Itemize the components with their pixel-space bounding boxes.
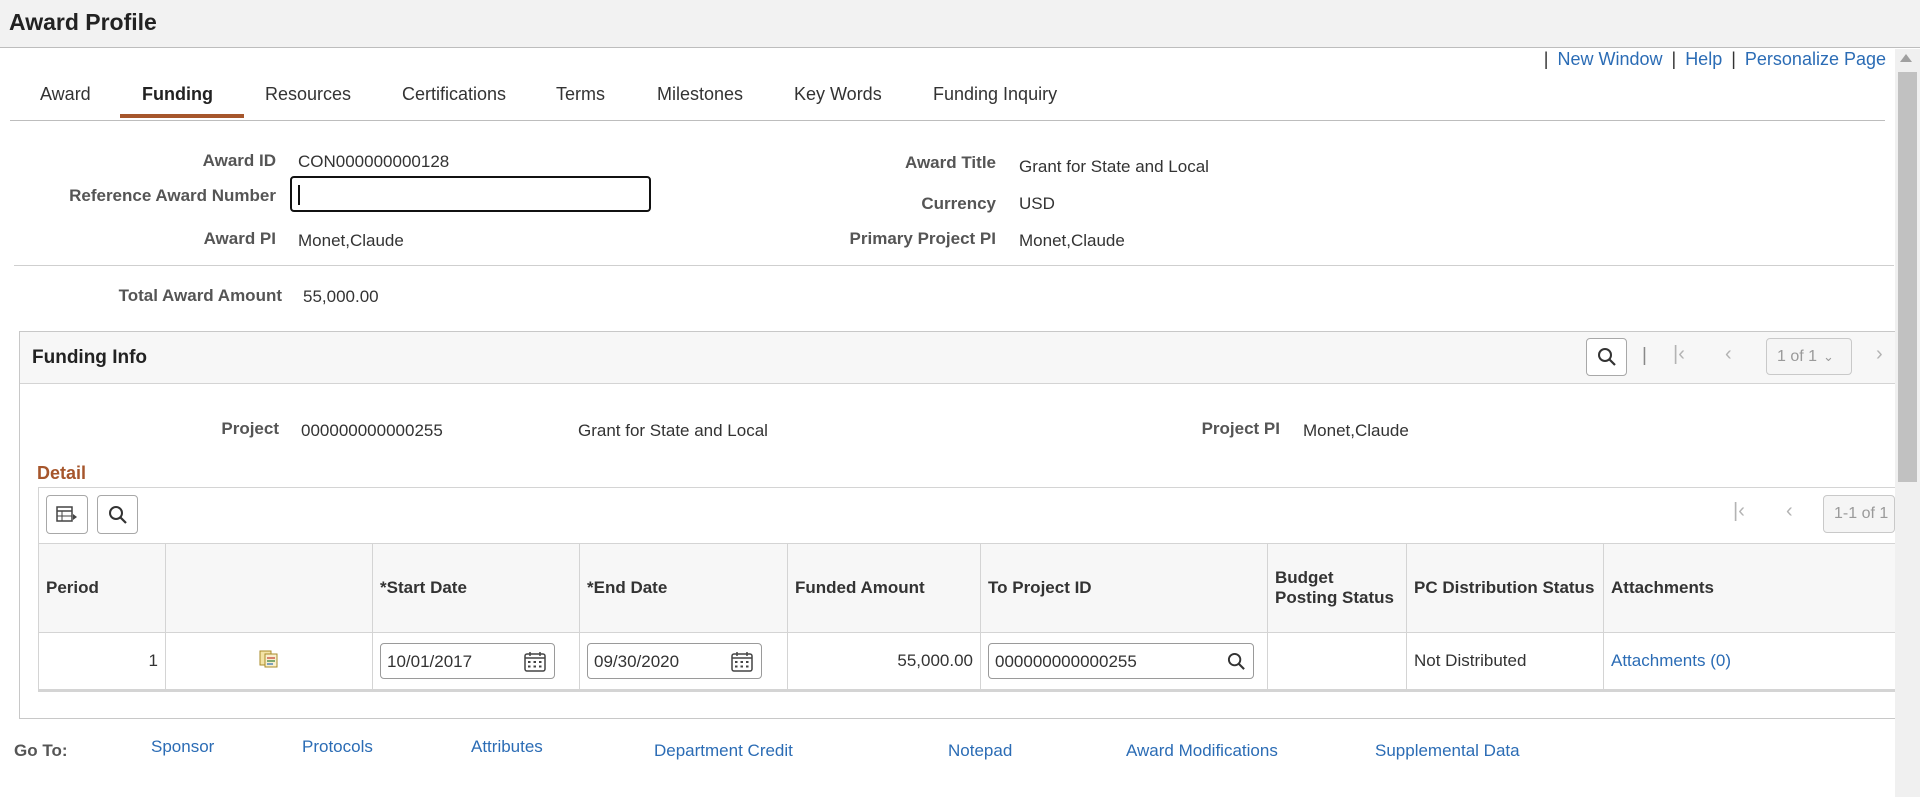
distribution-detail-icon[interactable] [258, 649, 280, 674]
currency-value: USD [1019, 194, 1055, 213]
award-title-value: Grant for State and Local [1019, 157, 1209, 176]
grid-pager: 1-1 of 1 [1823, 495, 1895, 533]
funding-search-button[interactable] [1586, 338, 1627, 376]
total-award-amount-label: Total Award Amount [118, 286, 282, 305]
project-label: Project [221, 419, 279, 438]
end-date-cell: 09/30/2020 [579, 632, 788, 692]
column-header-start-date: *Start Date [372, 543, 580, 633]
project-description-value: Grant for State and Local [578, 421, 768, 440]
start-date-input[interactable]: 10/01/2017 [380, 643, 555, 679]
go-to-sponsor-link[interactable]: Sponsor [151, 737, 214, 757]
end-date-value: 09/30/2020 [594, 652, 680, 671]
grid-previous-page-icon[interactable]: ‹ [1786, 500, 1793, 523]
project-id-value: 000000000000255 [301, 421, 443, 440]
pc-distribution-status-cell: Not Distributed [1406, 632, 1604, 692]
to-project-id-value: 000000000000255 [995, 652, 1137, 671]
column-header-funded-amount: Funded Amount [787, 543, 981, 633]
period-cell: 1 [38, 632, 166, 692]
column-header-period: Period [38, 543, 166, 633]
tab-key-words[interactable]: Key Words [794, 84, 882, 105]
detail-icon-cell [165, 632, 373, 692]
detail-grid-toolbar [38, 487, 1900, 543]
start-date-value: 10/01/2017 [387, 652, 473, 671]
total-award-amount-value: 55,000.00 [303, 287, 379, 306]
calendar-icon[interactable] [731, 651, 753, 672]
tab-resources[interactable]: Resources [265, 84, 351, 105]
scroll-up-arrow[interactable] [1900, 54, 1912, 62]
attachments-link[interactable]: Attachments (0) [1611, 651, 1731, 670]
go-to-department-credit-link[interactable]: Department Credit [654, 741, 793, 761]
column-header-blank [165, 543, 373, 633]
tab-terms[interactable]: Terms [556, 84, 605, 105]
tab-milestones[interactable]: Milestones [657, 84, 743, 105]
chevron-down-icon: ⌄ [1823, 348, 1834, 364]
go-to-attributes-link[interactable]: Attributes [471, 737, 543, 757]
column-header-budget-posting-status: Budget Posting Status [1267, 543, 1407, 633]
column-header-end-date: *End Date [579, 543, 788, 633]
first-page-icon[interactable]: |‹ [1673, 343, 1685, 366]
column-header-attachments: Attachments [1603, 543, 1901, 633]
funding-pager-select[interactable]: 1 of 1 ⌄ [1766, 338, 1852, 375]
title-bar: Award Profile [0, 0, 1920, 48]
tab-award[interactable]: Award [40, 84, 91, 105]
page-title: Award Profile [9, 9, 157, 35]
award-pi-value: Monet,Claude [298, 231, 404, 250]
go-to-award-modifications-link[interactable]: Award Modifications [1126, 741, 1278, 761]
tab-funding-inquiry[interactable]: Funding Inquiry [933, 84, 1057, 105]
help-link[interactable]: Help [1685, 49, 1722, 69]
column-header-to-project-id: To Project ID [980, 543, 1268, 633]
section-divider [14, 265, 1894, 266]
start-date-cell: 10/01/2017 [372, 632, 580, 692]
detail-grid: Period *Start Date *End Date Funded Amou… [38, 543, 1901, 692]
reference-award-number-input[interactable] [290, 176, 651, 212]
to-project-id-input[interactable]: 000000000000255 [988, 643, 1254, 679]
reference-award-number-label: Reference Award Number [69, 186, 276, 205]
table-row: 1 10/01/2017 09/30/2020 55,000.00 000000… [38, 632, 1901, 692]
detail-title: Detail [37, 463, 87, 483]
lookup-search-icon[interactable] [1227, 652, 1246, 671]
calendar-icon[interactable] [524, 651, 546, 672]
personalize-page-link[interactable]: Personalize Page [1745, 49, 1886, 69]
grid-pager-value: 1-1 of 1 [1834, 505, 1889, 522]
new-window-link[interactable]: New Window [1557, 49, 1662, 69]
attachments-cell: Attachments (0) [1603, 632, 1901, 692]
funding-info-title: Funding Info [32, 347, 148, 368]
tab-bar: Award Funding Resources Certifications T… [10, 72, 1885, 121]
scrollbar-thumb[interactable] [1898, 72, 1917, 482]
grid-search-button[interactable] [97, 495, 138, 534]
tab-funding[interactable]: Funding [142, 84, 213, 105]
funded-amount-cell: 55,000.00 [787, 632, 981, 692]
tab-certifications[interactable]: Certifications [402, 84, 506, 105]
search-icon [1597, 348, 1616, 366]
award-id-value: CON000000000128 [298, 152, 450, 171]
go-to-notepad-link[interactable]: Notepad [948, 741, 1012, 761]
funding-pager-value: 1 of 1 [1777, 347, 1818, 365]
grid-view-icon [56, 505, 77, 522]
search-icon [108, 505, 127, 524]
award-pi-label: Award PI [203, 229, 276, 248]
grid-view-button[interactable] [46, 495, 88, 534]
column-header-pc-distribution-status: PC Distribution Status [1406, 543, 1604, 633]
go-to-protocols-link[interactable]: Protocols [302, 737, 373, 757]
next-page-icon[interactable]: › [1876, 343, 1883, 366]
active-tab-indicator [120, 114, 244, 118]
to-project-id-cell: 000000000000255 [980, 632, 1268, 692]
go-to-supplemental-data-link[interactable]: Supplemental Data [1375, 741, 1520, 761]
award-title-label: Award Title [904, 153, 996, 172]
top-links: | New Window | Help | Personalize Page [1543, 49, 1886, 69]
previous-page-icon[interactable]: ‹ [1725, 343, 1732, 366]
project-pi-label: Project PI [1201, 419, 1280, 438]
end-date-input[interactable]: 09/30/2020 [587, 643, 762, 679]
go-to-label: Go To: [14, 741, 68, 760]
project-pi-value: Monet,Claude [1303, 421, 1409, 440]
toolbar-separator: | [1642, 345, 1647, 366]
budget-posting-status-cell [1267, 632, 1407, 692]
primary-project-pi-value: Monet,Claude [1019, 231, 1125, 250]
primary-project-pi-label: Primary Project PI [849, 229, 996, 248]
award-id-label: Award ID [202, 151, 276, 170]
text-caret [298, 185, 300, 205]
grid-first-page-icon[interactable]: |‹ [1733, 500, 1745, 523]
currency-label: Currency [921, 194, 996, 213]
